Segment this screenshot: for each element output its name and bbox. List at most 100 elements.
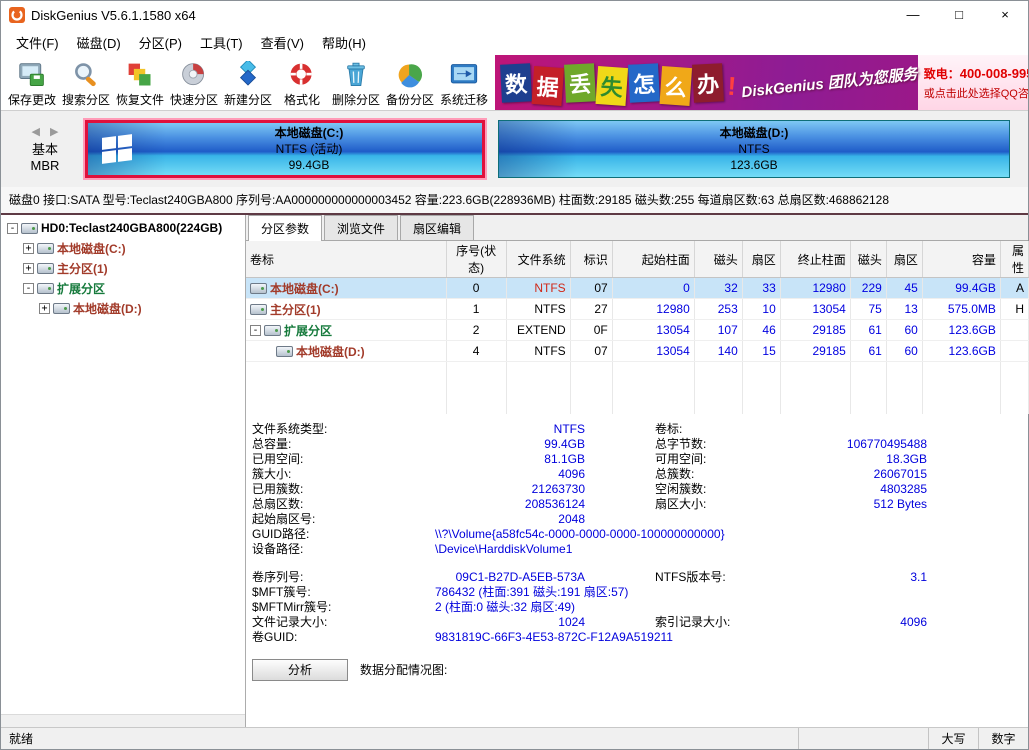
detail-row: 簇大小:4096总簇数:26067015	[252, 467, 1028, 482]
banner-tile: 失	[596, 65, 629, 105]
disk-icon	[21, 223, 38, 234]
tree-item-label: HD0:Teclast240GBA800(224GB)	[41, 221, 222, 235]
delete-partition-button[interactable]: 删除分区	[329, 55, 383, 110]
collapse-icon[interactable]: -	[7, 223, 18, 234]
tree-horizontal-scrollbar[interactable]	[1, 714, 245, 727]
banner-tile: 丢	[564, 63, 596, 103]
recover-icon	[126, 60, 154, 90]
disk-bar-c[interactable]: 本地磁盘(C:)NTFS (活动)99.4GB	[85, 120, 485, 178]
banner-tile: 办	[692, 63, 724, 103]
system-migration-button[interactable]: 系统迁移	[437, 55, 491, 110]
partition-row[interactable]: 本地磁盘(C:)0NTFS0703233129802294599.4GBA	[246, 278, 1029, 299]
banner-tile: 数	[500, 63, 532, 103]
num-indicator: 数字	[978, 728, 1028, 749]
qq-link[interactable]: 或点击此处选择QQ咨询	[924, 85, 1028, 101]
volume-label: 主分区(1)	[270, 301, 321, 318]
save-changes-button[interactable]: 保存更改	[5, 55, 59, 110]
minimize-button[interactable]: —	[890, 1, 936, 29]
partition-row[interactable]: 本地磁盘(D:)4NTFS071305414015291856160123.6G…	[246, 341, 1029, 362]
disk-bar-label: 本地磁盘(C:)NTFS (活动)99.4GB	[136, 125, 482, 173]
tab-partition-params[interactable]: 分区参数	[248, 215, 322, 241]
format-button[interactable]: 格式化	[275, 55, 329, 110]
menu-item-file[interactable]: 文件(F)	[7, 29, 68, 56]
disk-info-bar: 磁盘0 接口:SATA 型号:Teclast240GBA800 序列号:AA00…	[1, 187, 1028, 213]
delete-partition-label: 删除分区	[332, 91, 380, 108]
search-partition-button[interactable]: 搜索分区	[59, 55, 113, 110]
tree-item[interactable]: - HD0:Teclast240GBA800(224GB)	[1, 218, 245, 238]
menu-item-help[interactable]: 帮助(H)	[313, 29, 375, 56]
caps-indicator: 大写	[928, 728, 978, 749]
menu-item-tools[interactable]: 工具(T)	[191, 29, 252, 56]
partition-scheme-label: MBR	[31, 158, 60, 174]
search-icon	[72, 60, 100, 90]
volume-icon	[37, 243, 54, 254]
banner-tile: 怎	[628, 63, 660, 103]
partition-row[interactable]: -扩展分区2EXTEND0F1305410746291856160123.6GB	[246, 320, 1029, 341]
app-logo-icon	[9, 7, 25, 23]
partition-row[interactable]: 主分区(1)1NTFS271298025310130547513575.0MBH	[246, 299, 1029, 320]
tree-item[interactable]: - 扩展分区	[1, 278, 245, 298]
system-migration-label: 系统迁移	[440, 91, 488, 108]
detail-row: 已用空间:81.1GB可用空间:18.3GB	[252, 452, 1028, 467]
tab-browse-files[interactable]: 浏览文件	[324, 215, 398, 240]
partition-tree: -HD0:Teclast240GBA800(224GB)+本地磁盘(C:)+主分…	[1, 215, 246, 727]
new-partition-button[interactable]: 新建分区	[221, 55, 275, 110]
column-header: 扇区	[742, 241, 780, 278]
column-header: 属性	[1000, 241, 1028, 278]
close-button[interactable]: ×	[982, 1, 1028, 29]
backup-icon	[396, 60, 424, 90]
migrate-icon	[450, 60, 478, 90]
disk-bar-strip: ◀ ▶ 基本 MBR 本地磁盘(C:)NTFS (活动)99.4GB本地磁盘(D…	[1, 111, 1028, 187]
detail-row: 总容量:99.4GB总字节数:106770495488	[252, 437, 1028, 452]
maximize-button[interactable]: □	[936, 1, 982, 29]
format-label: 格式化	[284, 91, 320, 108]
tree-item-label: 本地磁盘(D:)	[73, 300, 142, 317]
expand-icon[interactable]: +	[23, 263, 34, 274]
column-header: 磁头	[694, 241, 742, 278]
tree-item-label: 扩展分区	[57, 280, 105, 297]
detail-row: 文件记录大小:1024索引记录大小:4096	[252, 615, 1028, 630]
detail-row: 卷GUID:9831819C-66F3-4E53-872C-F12A9A5192…	[252, 630, 1028, 645]
toolbar: 保存更改搜索分区恢复文件快速分区新建分区格式化删除分区备份分区系统迁移 数据丢失…	[1, 55, 1028, 111]
status-text: 就绪	[1, 730, 798, 747]
collapse-icon[interactable]: -	[250, 325, 261, 336]
analyze-row: 分析 数据分配情况图:	[252, 659, 1028, 681]
ad-banner[interactable]: 数据丢失怎么办! DiskGenius 团队为您服务 致电：400-008-99…	[495, 55, 1028, 110]
save-icon	[18, 60, 46, 90]
title-bar: DiskGenius V5.6.1.1580 x64 — □ ×	[1, 1, 1028, 29]
banner-tile: !	[723, 66, 740, 105]
analyze-button[interactable]: 分析	[252, 659, 348, 681]
volume-icon	[37, 263, 54, 274]
expand-icon[interactable]: +	[23, 243, 34, 254]
prev-disk-arrow-icon[interactable]: ◀	[32, 125, 40, 138]
detail-row: $MFT簇号:786432 (柱面:391 磁头:191 扇区:57)	[252, 585, 1028, 600]
menu-item-view[interactable]: 查看(V)	[252, 29, 313, 56]
quick-partition-icon	[180, 60, 208, 90]
tree-item[interactable]: +本地磁盘(C:)	[1, 238, 245, 258]
quick-partition-label: 快速分区	[170, 91, 218, 108]
next-disk-arrow-icon[interactable]: ▶	[50, 125, 58, 138]
banner-contact[interactable]: 致电：400-008-9958 或点击此处选择QQ咨询	[918, 55, 1028, 110]
expand-icon[interactable]: +	[39, 303, 50, 314]
detail-row: 卷序列号:09C1-B27D-A5EB-573ANTFS版本号:3.1	[252, 570, 1028, 585]
collapse-icon[interactable]: -	[23, 283, 34, 294]
partition-icon	[37, 283, 54, 294]
menu-item-disk[interactable]: 磁盘(D)	[68, 29, 130, 56]
toolbar-buttons: 保存更改搜索分区恢复文件快速分区新建分区格式化删除分区备份分区系统迁移	[1, 55, 491, 110]
disk-bar-label: 本地磁盘(D:)NTFS123.6GB	[499, 125, 1009, 173]
phone-label: 致电：	[924, 67, 960, 81]
volume-icon	[276, 346, 293, 357]
quick-partition-button[interactable]: 快速分区	[167, 55, 221, 110]
tree-item[interactable]: + 主分区(1)	[1, 258, 245, 278]
menu-item-partition[interactable]: 分区(P)	[130, 29, 191, 56]
tree-item-label: 主分区(1)	[57, 260, 108, 277]
recover-files-button[interactable]: 恢复文件	[113, 55, 167, 110]
backup-partition-button[interactable]: 备份分区	[383, 55, 437, 110]
windows-logo-icon	[102, 134, 132, 164]
detail-row: 文件系统类型:NTFS卷标:	[252, 422, 1028, 437]
disk-bar-d[interactable]: 本地磁盘(D:)NTFS123.6GB	[498, 120, 1010, 178]
tree-item[interactable]: + 本地磁盘(D:)	[1, 298, 245, 318]
volume-icon	[53, 303, 70, 314]
new-partition-label: 新建分区	[224, 91, 272, 108]
tab-sector-edit[interactable]: 扇区编辑	[400, 215, 474, 240]
